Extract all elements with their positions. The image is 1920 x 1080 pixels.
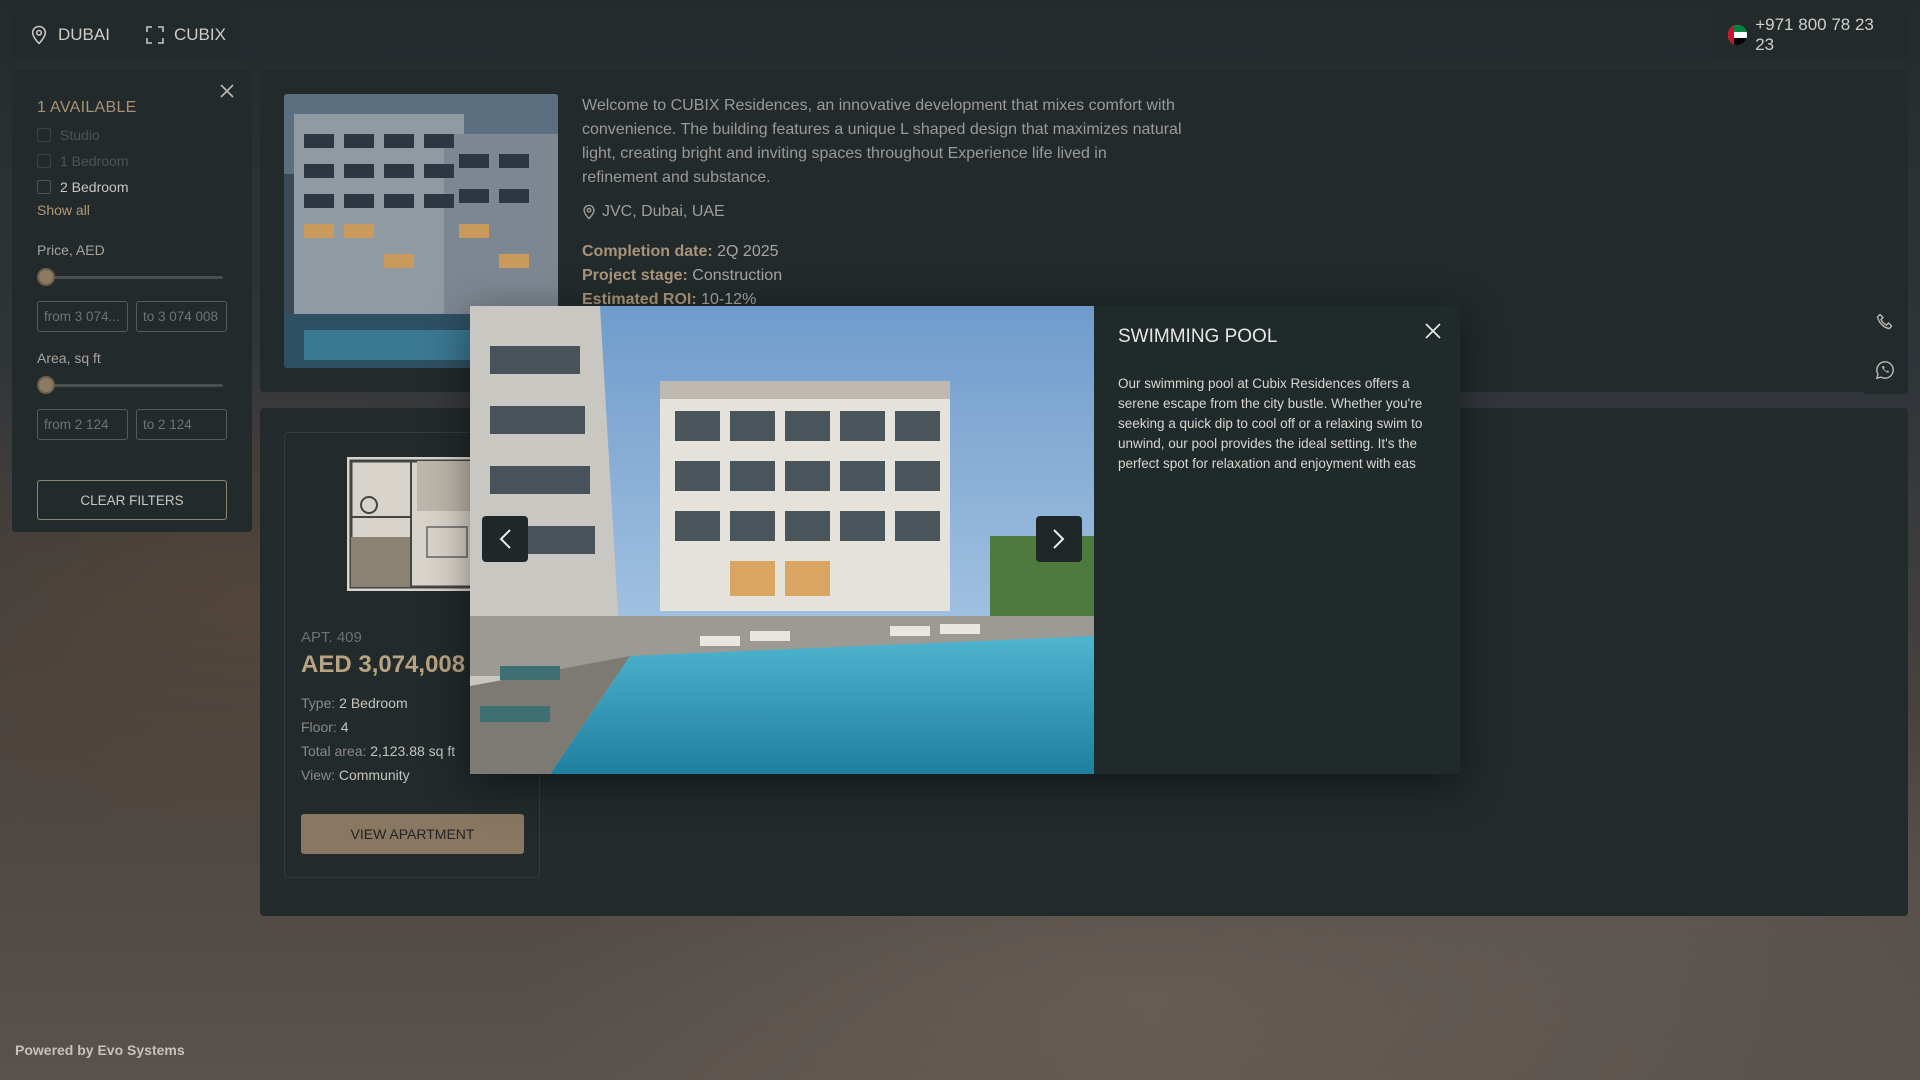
filters-panel: 1 AVAILABLE Studio 1 Bedroom 2 Bedroom S… xyxy=(12,70,252,532)
chevron-right-icon xyxy=(1052,528,1066,550)
address-text: JVC, Dubai, UAE xyxy=(602,203,725,220)
floor-value: 4 xyxy=(340,719,349,735)
amenity-description: Our swimming pool at Cubix Residences of… xyxy=(1118,376,1423,471)
price-label: Price, AED xyxy=(37,242,105,258)
expand-icon xyxy=(146,26,164,44)
slider-track xyxy=(41,276,223,279)
project-selector[interactable]: CUBIX xyxy=(146,25,226,45)
price-slider[interactable] xyxy=(37,267,227,287)
area-label: Area, sq ft xyxy=(37,350,101,366)
view-value: Community xyxy=(338,767,410,783)
side-actions xyxy=(1862,298,1908,394)
project-address: JVC, Dubai, UAE xyxy=(582,203,725,221)
filter-studio: Studio xyxy=(37,127,227,143)
uae-flag-icon xyxy=(1728,25,1748,45)
available-count: 1 AVAILABLE xyxy=(37,99,137,116)
amenity-info: SWIMMING POOL Our swimming pool at Cubix… xyxy=(1094,306,1460,774)
stage-value: Construction xyxy=(692,267,783,284)
slider-handle[interactable] xyxy=(37,376,55,394)
completion-value: 2Q 2025 xyxy=(717,243,779,260)
type-value: 2 Bedroom xyxy=(339,695,408,711)
area-from-input[interactable] xyxy=(37,409,128,440)
map-pin-icon xyxy=(582,204,596,220)
filter-1-bedroom: 1 Bedroom xyxy=(37,153,227,169)
next-image-button[interactable] xyxy=(1036,516,1082,562)
project-description: Welcome to CUBIX Residences, an innovati… xyxy=(582,97,1182,186)
price-from-input[interactable] xyxy=(37,301,128,332)
view-label: View: xyxy=(301,767,335,783)
checkbox[interactable] xyxy=(37,180,51,194)
previous-image-button[interactable] xyxy=(482,516,528,562)
close-icon[interactable] xyxy=(1424,322,1442,340)
apartment-number: APT. 409 xyxy=(301,629,362,646)
city-label: DUBAI xyxy=(58,25,110,44)
map-pin-icon xyxy=(30,25,48,45)
floor-plan-image[interactable] xyxy=(347,457,487,591)
checkbox xyxy=(37,154,51,168)
location-bar: DUBAI CUBIX xyxy=(12,12,239,58)
amenity-modal: SWIMMING POOL Our swimming pool at Cubix… xyxy=(470,306,1460,774)
area-value: 2,123.88 sq ft xyxy=(370,743,456,759)
slider-handle[interactable] xyxy=(37,268,55,286)
type-label: Type: xyxy=(301,695,336,711)
area-slider[interactable] xyxy=(37,375,227,395)
floor-label: Floor: xyxy=(301,719,337,735)
phone-number: +971 800 78 23 23 xyxy=(1755,15,1874,54)
checkbox xyxy=(37,128,51,142)
project-label: CUBIX xyxy=(173,25,226,44)
stage-label: Project stage: xyxy=(582,267,688,284)
filter-label: 2 Bedroom xyxy=(60,179,129,195)
project-facts: Completion date: 2Q 2025 Project stage: … xyxy=(582,240,782,312)
clear-filters-button[interactable]: CLEAR FILTERS xyxy=(37,480,227,520)
whatsapp-icon[interactable] xyxy=(1875,360,1895,380)
phone-icon[interactable] xyxy=(1876,313,1894,331)
filter-label: 1 Bedroom xyxy=(60,153,129,169)
completion-label: Completion date: xyxy=(582,243,713,260)
filter-label: Studio xyxy=(60,127,100,143)
city-selector[interactable]: DUBAI xyxy=(30,25,110,45)
chevron-left-icon xyxy=(498,528,512,550)
view-apartment-button[interactable]: VIEW APARTMENT xyxy=(301,814,524,854)
show-all-link[interactable]: Show all xyxy=(37,202,227,218)
apartment-properties: Type: 2 Bedroom Floor: 4 Total area: 2,1… xyxy=(301,691,455,787)
price-to-input[interactable] xyxy=(136,301,227,332)
powered-by[interactable]: Powered by Evo Systems xyxy=(15,1042,185,1058)
area-label: Total area: xyxy=(301,743,367,759)
apartment-price: AED 3,074,008 xyxy=(301,651,466,678)
amenity-title: SWIMMING POOL xyxy=(1118,326,1278,347)
amenity-image xyxy=(470,306,1094,774)
filter-2-bedroom[interactable]: 2 Bedroom xyxy=(37,179,227,195)
close-filters-icon[interactable] xyxy=(220,84,234,98)
area-to-input[interactable] xyxy=(136,409,227,440)
slider-track xyxy=(41,384,223,387)
phone-contact[interactable]: +971 800 78 23 23 xyxy=(1712,12,1908,58)
